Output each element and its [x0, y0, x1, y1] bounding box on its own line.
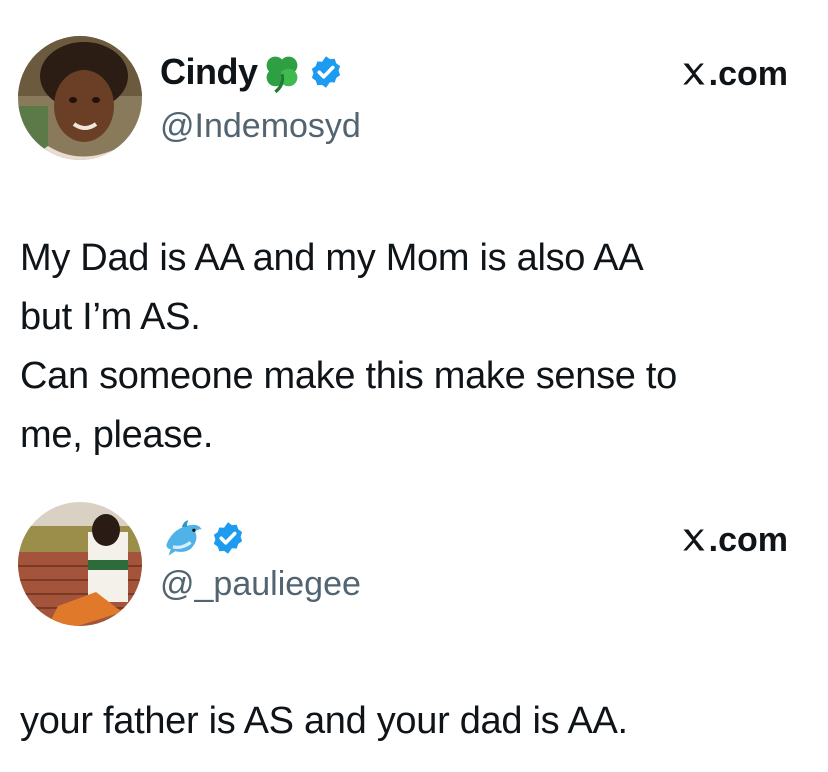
handle[interactable]: @Indemosyd: [160, 104, 361, 148]
verified-badge-icon: [308, 54, 344, 90]
tweet-text: your father is AS and your dad is AA.: [20, 700, 628, 742]
source-link[interactable]: .com: [680, 518, 788, 562]
avatar[interactable]: [18, 502, 142, 626]
display-name[interactable]: Cindy: [160, 48, 258, 96]
author-row: Cindy: [160, 48, 344, 96]
x-logo-icon: [680, 60, 708, 88]
tweet-card[interactable]: Cindy @Indemosyd .com My Dad is AA and m…: [0, 0, 828, 480]
x-logo-icon: [680, 526, 708, 554]
source-label: .com: [708, 55, 788, 93]
tweet-text: My Dad is AA and my Mom is also AA but I…: [20, 237, 677, 456]
verified-badge-icon: [210, 520, 246, 556]
dolphin-emoji-icon: [162, 516, 206, 560]
tweet-card[interactable]: @_pauliegee .com your father is AS and y…: [0, 490, 828, 772]
source-link[interactable]: .com: [680, 52, 788, 96]
shamrock-emoji-icon: [260, 50, 304, 94]
source-label: .com: [708, 521, 788, 559]
avatar[interactable]: [18, 36, 142, 160]
handle[interactable]: @_pauliegee: [160, 562, 361, 606]
author-row: [160, 514, 246, 562]
